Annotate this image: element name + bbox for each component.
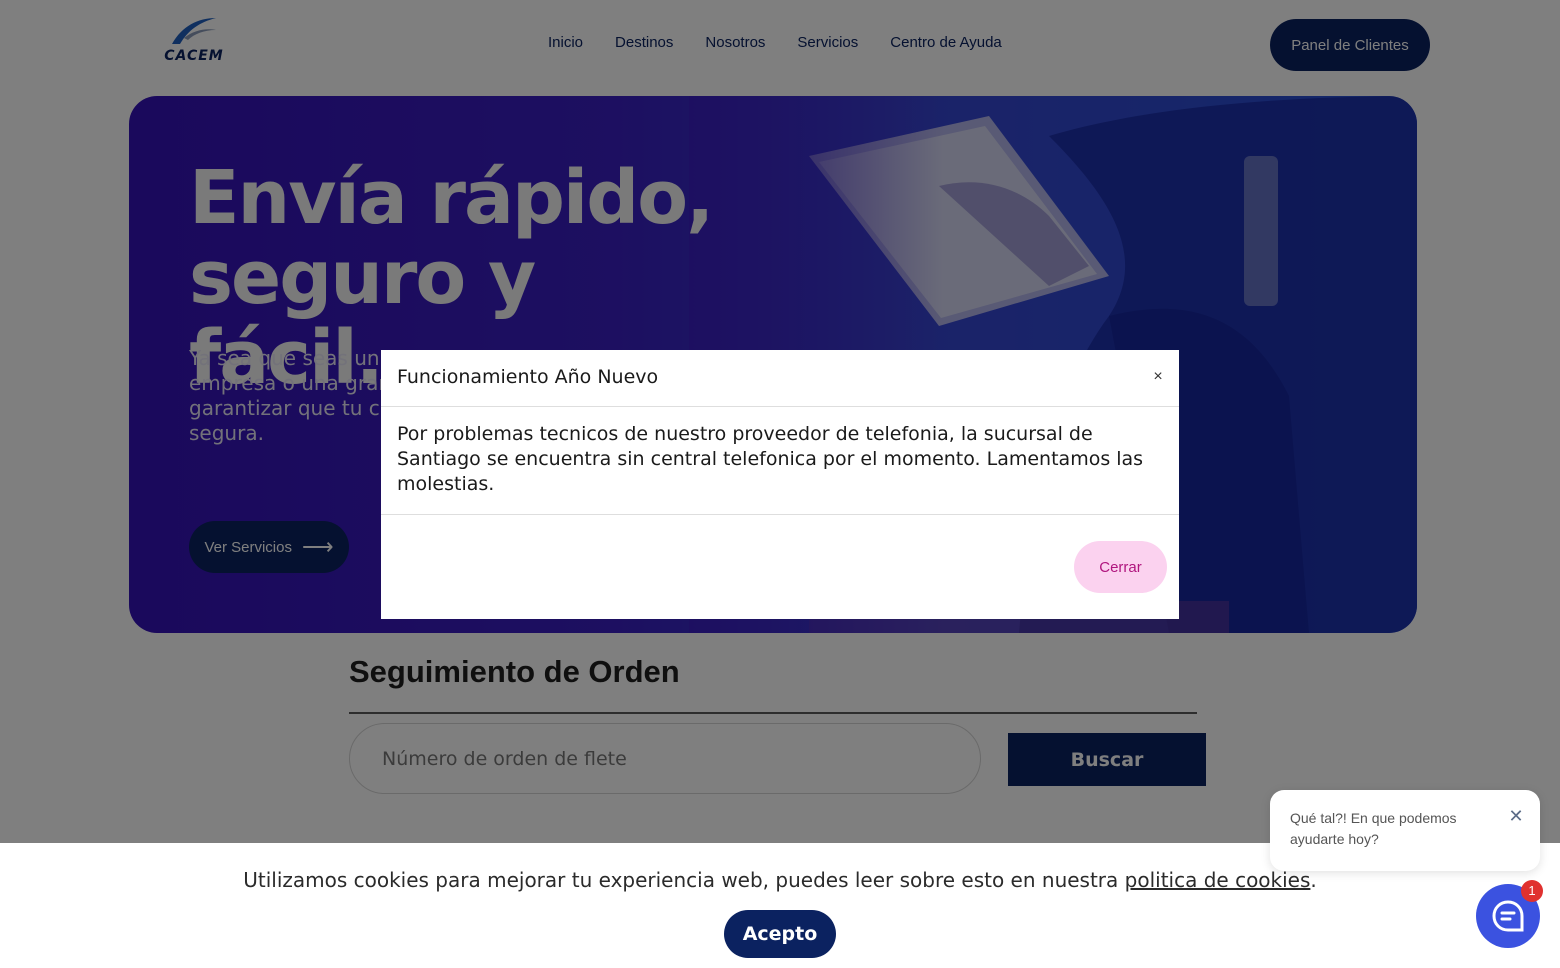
cookie-policy-link[interactable]: politica de cookies (1125, 868, 1311, 892)
chat-icon (1492, 900, 1524, 932)
chat-bubble-close-icon[interactable]: ✕ (1506, 806, 1526, 826)
chat-greeting-text: Qué tal?! En que podemos ayudarte hoy? (1290, 810, 1457, 847)
cerrar-button[interactable]: Cerrar (1074, 541, 1167, 593)
cookie-text: Utilizamos cookies para mejorar tu exper… (243, 868, 1125, 892)
chat-unread-badge: 1 (1521, 880, 1543, 902)
announcement-modal: Funcionamiento Año Nuevo × Por problemas… (381, 350, 1179, 619)
modal-footer-divider (381, 514, 1179, 515)
chat-greeting-bubble[interactable]: Qué tal?! En que podemos ayudarte hoy? ✕ (1270, 790, 1540, 871)
cookie-message: Utilizamos cookies para mejorar tu exper… (0, 868, 1560, 892)
modal-header: Funcionamiento Año Nuevo × (381, 350, 1179, 407)
cookie-suffix: . (1310, 868, 1317, 892)
accept-cookies-button[interactable]: Acepto (724, 910, 836, 958)
modal-body-text: Por problemas tecnicos de nuestro provee… (397, 423, 1144, 495)
modal-title: Funcionamiento Año Nuevo (397, 366, 659, 388)
modal-close-icon[interactable]: × (1149, 368, 1167, 386)
